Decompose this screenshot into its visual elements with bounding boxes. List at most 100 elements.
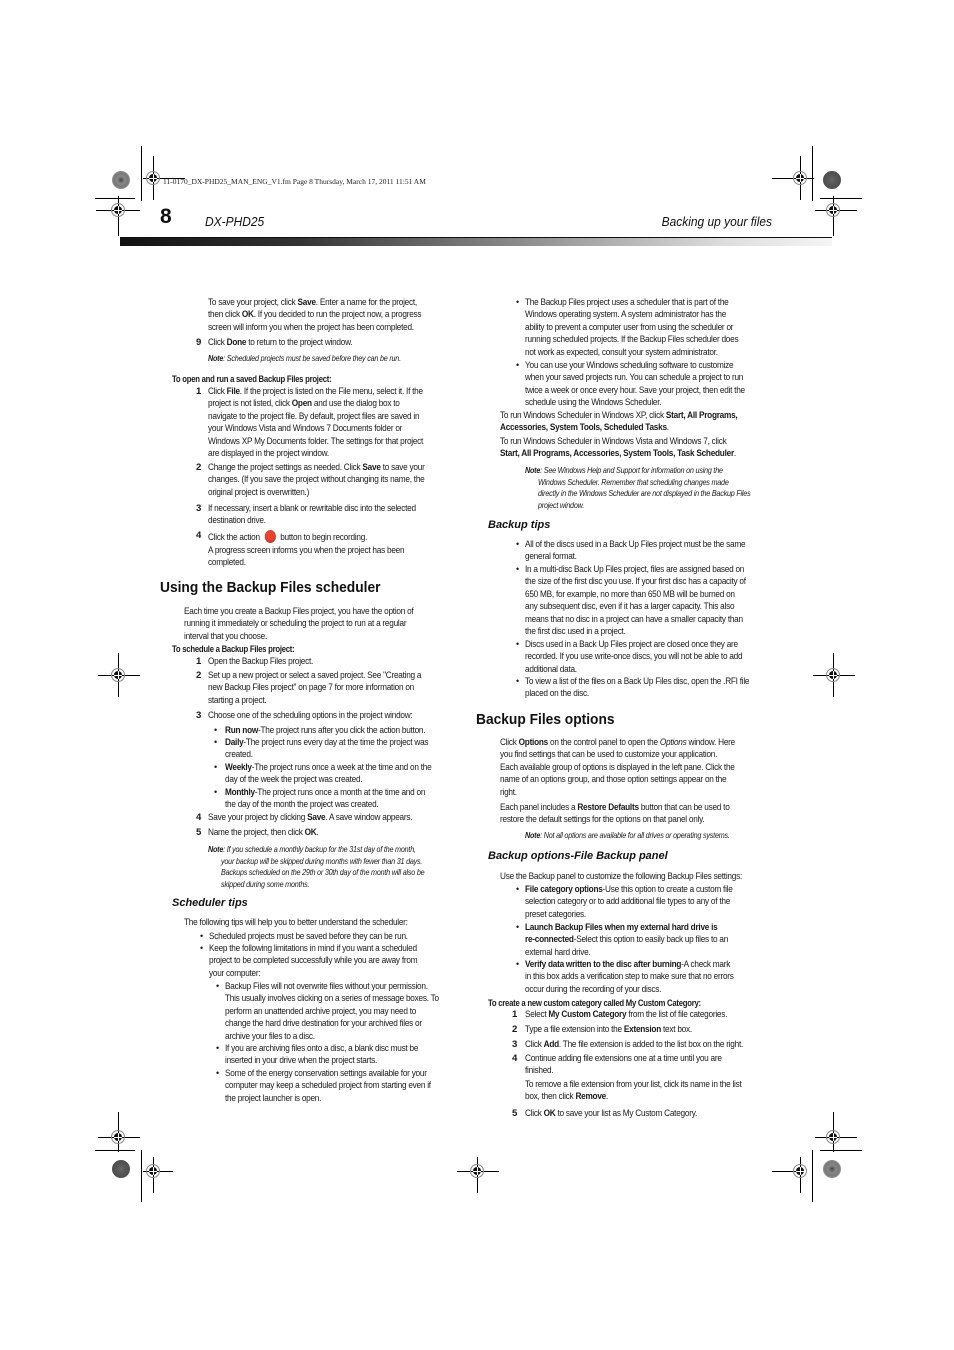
step-text: Click File. If the project is listed on … [208, 386, 423, 398]
text-run: Windows Scheduler. Remember that schedul… [538, 476, 729, 487]
intro-line: then click OK. If you decided to run the… [208, 309, 422, 321]
text-run: the first disc used in a project. [525, 626, 626, 638]
text-run: To run Windows Scheduler in Windows Vist… [500, 436, 727, 447]
tip-text: change the hard drive destination for yo… [225, 1018, 422, 1030]
subsection-heading: Backup tips [488, 519, 551, 531]
bullet-icon: • [516, 675, 520, 686]
paragraph-line: Use the Backup panel to customize the fo… [500, 871, 742, 883]
bullet-icon: • [516, 883, 520, 894]
text-run: perform an unattended archive project, y… [225, 1005, 417, 1017]
step-text: new Backup Files project" on page 7 for … [208, 682, 414, 694]
note-label: Note [208, 353, 224, 363]
text-run: Continue adding file extensions one at a… [525, 1053, 722, 1064]
step-text: changes. (If you save the project withou… [208, 474, 425, 486]
tip-text: the first disc used in a project. [525, 626, 626, 638]
text-run: Each panel includes a [500, 802, 578, 813]
intro-line: screen will inform you when the project … [208, 322, 414, 334]
text-run: then click [208, 309, 242, 321]
tip-text: This usually involves clicking on a seri… [225, 993, 439, 1005]
text-run: name of an options group, and those opti… [500, 774, 727, 786]
text-run: -Use this option to create a custom file [602, 884, 733, 895]
paragraph-line: running it immediately or scheduling the… [184, 618, 407, 630]
step-number: 2 [196, 670, 202, 681]
paragraph-line: Each panel includes a Restore Defaults b… [500, 802, 730, 814]
text-run: destination drive. [208, 515, 266, 527]
registration-disc [823, 171, 841, 189]
step-text: Choose one of the scheduling options in … [208, 710, 413, 722]
bullet-icon: • [516, 538, 520, 549]
step-number: 5 [196, 827, 202, 838]
text-run: computer may keep a scheduled project fr… [225, 1080, 431, 1092]
panel-option: Launch Backup Files when my external har… [525, 922, 718, 934]
step-text: starting a project. [208, 694, 267, 707]
text-run: occur during the recording of your discs… [525, 983, 662, 995]
step-text: Click Done to return to the project wind… [208, 337, 353, 349]
tip-text: running scheduled projects. If the Backu… [525, 334, 739, 346]
tip-text: twice a week or once every hour. Save yo… [525, 385, 745, 397]
text-run: interval that you choose. [184, 630, 267, 642]
note-text: Windows Scheduler. Remember that schedul… [538, 477, 729, 489]
paragraph-line: you find settings that can be used to cu… [500, 749, 717, 761]
text-run: Save your project by clicking [208, 812, 308, 823]
text-run: Each available group of options is displ… [500, 761, 735, 773]
tip-text: If you are archiving files onto a disc, … [225, 1043, 418, 1055]
text-run: Change the project settings as needed. C… [208, 462, 363, 473]
intro-line: To save your project, click Save. Enter … [208, 297, 417, 309]
step-text: project is not listed, click Open and us… [208, 398, 400, 410]
bullet-icon: • [200, 942, 204, 953]
text-run: recorded. If you use write-once discs, y… [525, 651, 743, 663]
registration-disc [112, 1160, 130, 1178]
step-text: Select My Custom Category from the list … [525, 1009, 727, 1021]
text-run: starting a project. [208, 694, 267, 706]
text-run: . If you decided to run the project now,… [253, 309, 422, 321]
crop-line [141, 146, 142, 201]
text-run: Choose one of the scheduling options in … [208, 710, 413, 721]
tip-text: Keep the following limitations in mind i… [209, 943, 417, 955]
header-gradient-bar [120, 238, 832, 246]
text-run: completed. [208, 557, 246, 569]
text-run: Click the action [208, 532, 262, 543]
paragraph-line: Each available group of options is displ… [500, 762, 735, 774]
step-text: Click OK to save your list as My Custom … [525, 1108, 697, 1120]
tip-text: your computer: [209, 968, 261, 980]
bold-term: File category options [525, 884, 603, 895]
file-slug: 11-0170_DX-PHD25_MAN_ENG_V1.fm Page 8 Th… [163, 177, 426, 186]
note-text: directly in the Windows Scheduler are no… [538, 488, 751, 500]
step-text: Continue adding file extensions one at a… [525, 1053, 722, 1065]
crop-line [812, 1150, 813, 1202]
bold-term: OK [241, 309, 254, 321]
tip-text: computer may keep a scheduled project fr… [225, 1080, 431, 1092]
bullet-icon: • [214, 724, 218, 735]
text-run: navigate to the project file. By default… [208, 410, 420, 422]
text-run: to return to the project window. [246, 337, 353, 348]
text-run: Backups scheduled on the 29th or 30th da… [221, 867, 425, 878]
text-run: . Enter a name for the project, [315, 297, 417, 308]
text-run: . [666, 422, 669, 433]
bold-term: re-connected [525, 934, 574, 946]
panel-option: occur during the recording of your discs… [525, 984, 661, 996]
paragraph-line: Click Options on the control panel to op… [500, 737, 735, 749]
step-number: 1 [196, 656, 202, 667]
text-run: your Windows Vista and Windows 7 Documen… [208, 423, 403, 435]
schedule-option: Weekly-The project runs once a week at t… [225, 762, 432, 774]
tip-text: recorded. If you use write-once discs, y… [525, 651, 743, 663]
bold-term: Open [291, 398, 312, 410]
step-text: original project is overwritten.) [208, 487, 309, 499]
text-run: In a multi-disc Back Up Files project, f… [525, 564, 745, 575]
text-run: Windows operating system. A system admin… [525, 309, 727, 321]
text-run: change the hard drive destination for yo… [225, 1018, 422, 1030]
bold-term: Save [297, 297, 317, 308]
paragraph-line: To run Windows Scheduler in Windows XP, … [500, 410, 738, 422]
tip-text: not work as expected, consult your syste… [525, 347, 718, 359]
text-run: your backup will be skipped during month… [221, 855, 423, 866]
step-number: 4 [196, 812, 202, 823]
procedure-heading: To create a new custom category called M… [488, 998, 701, 1008]
tip-text: when your saved projects run. You can sc… [525, 372, 743, 384]
text-run: Open the Backup Files project. [208, 656, 314, 667]
step-number: 4 [512, 1053, 518, 1064]
schedule-option: created. [225, 749, 253, 761]
text-run: box, then click [525, 1091, 576, 1103]
registration-disc [823, 1160, 841, 1178]
text-run: -The project runs once a week at the tim… [251, 762, 432, 773]
text-run: : If you schedule a monthly backup for t… [223, 844, 416, 854]
